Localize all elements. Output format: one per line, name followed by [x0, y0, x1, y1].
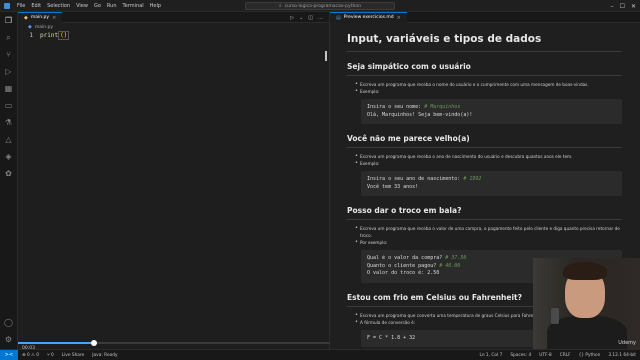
search-icon: ⌕	[279, 4, 282, 9]
breadcrumb: ◆ main.py	[18, 23, 329, 31]
code-comment: # 40.00	[439, 262, 461, 269]
python-file-icon: ◆	[24, 14, 28, 21]
flask-icon[interactable]: △	[4, 135, 14, 145]
list-item: Escreva um programa que receba o valor d…	[355, 225, 622, 239]
editor-pane: ◆ main.py × ▷ ⌄ ◫ … ◆ main.py 1 print() …	[18, 11, 348, 351]
code-text: Qual é o valor da compra?	[367, 255, 446, 261]
line-number: 1	[29, 32, 33, 39]
code-text: Você tem 33 anos!	[367, 183, 419, 190]
close-icon[interactable]: ✕	[631, 3, 636, 10]
search-icon[interactable]: ⌕	[4, 33, 14, 43]
code-block: Insira o seu nome: # Marquinhos Olá, Mar…	[361, 99, 622, 124]
maximize-icon[interactable]: ☐	[620, 3, 625, 10]
status-live-share[interactable]: Live Share	[58, 353, 89, 358]
command-center-search[interactable]: ⌕ curso-logica-programacao-python	[245, 2, 395, 10]
list-item: Exemplo:	[355, 88, 622, 95]
code-text: Insira o seu ano de nascimento:	[367, 176, 464, 182]
minimap-slider[interactable]	[325, 51, 327, 61]
status-eol[interactable]: CRLF	[556, 353, 575, 358]
status-java[interactable]: Java: Ready	[88, 353, 121, 358]
editor-tabs: ◆ main.py × ▷ ⌄ ◫ …	[18, 11, 329, 23]
list-item: Exemplo:	[355, 160, 622, 167]
docker-icon[interactable]: ◈	[4, 152, 14, 162]
extensions-icon[interactable]: ▦	[4, 84, 14, 94]
menu-selection[interactable]: Selection	[44, 0, 73, 12]
run-debug-icon[interactable]: ▷	[4, 67, 14, 77]
python-file-icon: ◆	[28, 24, 32, 30]
split-editor-icon[interactable]: ◫	[308, 15, 313, 21]
account-icon[interactable]: ◯	[4, 318, 14, 328]
code-text: Quanto o cliente pagou?	[367, 262, 440, 269]
video-progress-knob[interactable]	[90, 340, 97, 346]
code-text: Insira o seu nome:	[367, 104, 425, 110]
code-parens: ()	[58, 31, 70, 40]
status-interpreter[interactable]: 3.12.1 64-bit	[604, 353, 640, 358]
status-ports[interactable]: ⑂ 0	[43, 353, 58, 358]
video-progress-fill	[18, 342, 94, 344]
tab-main-py[interactable]: ◆ main.py ×	[18, 11, 63, 23]
minimize-icon[interactable]: –	[611, 3, 614, 10]
menu-edit[interactable]: Edit	[28, 0, 44, 12]
testing-icon[interactable]: ⚗	[4, 118, 14, 128]
menu-go[interactable]: Go	[91, 0, 104, 12]
title-bar: File Edit Selection View Go Run Terminal…	[0, 0, 640, 12]
page-title: Input, variáveis e tipos de dados	[347, 33, 622, 52]
chevron-down-icon[interactable]: ⌄	[299, 15, 303, 21]
status-problems[interactable]: ⊗ 0 ⚠ 0	[18, 353, 43, 358]
section-heading: Você não me parece velho(a)	[347, 134, 622, 148]
section-heading: Seja simpático com o usuário	[347, 62, 622, 76]
tab-preview-exercicios[interactable]: ▤ Preview exercicios.md ×	[330, 12, 407, 23]
breadcrumb-file[interactable]: main.py	[35, 25, 53, 30]
vscode-logo-icon	[4, 2, 10, 9]
code-block: Insira o seu ano de nascimento: # 1992 V…	[361, 171, 622, 196]
udemy-logo: Udemy	[618, 340, 636, 346]
list-item: Escreva um programa que receba o nome do…	[355, 81, 622, 88]
menu-run[interactable]: Run	[104, 0, 120, 12]
code-text: Olá, Marquinhos! Seja bem-vindo(a)!	[367, 111, 473, 118]
remote-indicator[interactable]: ><	[0, 349, 18, 360]
video-progress-bar[interactable]	[18, 340, 348, 346]
status-bar: >< ⊗ 0 ⚠ 0 ⑂ 0 Live Share Java: Ready Ln…	[0, 349, 640, 360]
code-comment: # Marquinhos	[424, 104, 461, 110]
code-area[interactable]: 1 print()	[18, 31, 329, 331]
code-function: print	[40, 32, 59, 39]
command-center-label: curso-logica-programacao-python	[284, 3, 361, 9]
preview-icon: ▤	[336, 14, 341, 21]
preview-tabs: ▤ Preview exercicios.md ×	[330, 12, 640, 23]
tab-label: main.py	[30, 15, 50, 20]
source-control-icon[interactable]: ⑂	[4, 50, 14, 60]
remote-icon[interactable]: ▭	[4, 101, 14, 111]
files-icon[interactable]: ❐	[4, 16, 14, 26]
status-cursor-position[interactable]: Ln 1, Col 7	[475, 353, 506, 358]
run-icon[interactable]: ▷	[290, 15, 294, 21]
list-item: Escreva um programa que receba o ano de …	[355, 153, 622, 160]
webcam-overlay: Udemy	[533, 258, 640, 349]
menu-terminal[interactable]: Terminal	[120, 0, 147, 12]
more-actions-icon[interactable]: …	[318, 15, 323, 21]
status-indentation[interactable]: Spaces: 4	[506, 353, 535, 358]
status-encoding[interactable]: UTF-8	[535, 353, 556, 358]
python-icon[interactable]: ✿	[4, 169, 14, 179]
section-heading: Posso dar o troco em bala?	[347, 206, 622, 220]
code-line[interactable]: 1 print()	[18, 31, 329, 40]
tab-label: Preview exercicios.md	[343, 15, 394, 20]
activity-bar: ❐ ⌕ ⑂ ▷ ▦ ▭ ⚗ △ ◈ ✿ ◯ ⚙	[0, 12, 18, 349]
settings-icon[interactable]: ⚙	[4, 335, 14, 345]
status-language[interactable]: {} Python	[575, 353, 605, 358]
list-item: Por exemplo:	[355, 239, 622, 246]
code-comment: # 37.50	[445, 255, 467, 261]
code-comment: # 1992	[463, 176, 482, 182]
microphone-icon	[551, 308, 559, 324]
menu-help[interactable]: Help	[147, 0, 164, 12]
menu-view[interactable]: View	[73, 0, 91, 12]
close-tab-icon[interactable]: ×	[397, 15, 401, 21]
menu-file[interactable]: File	[14, 0, 28, 12]
presenter-body	[547, 316, 627, 349]
presenter-hair	[563, 262, 607, 280]
close-tab-icon[interactable]: ×	[52, 15, 56, 21]
